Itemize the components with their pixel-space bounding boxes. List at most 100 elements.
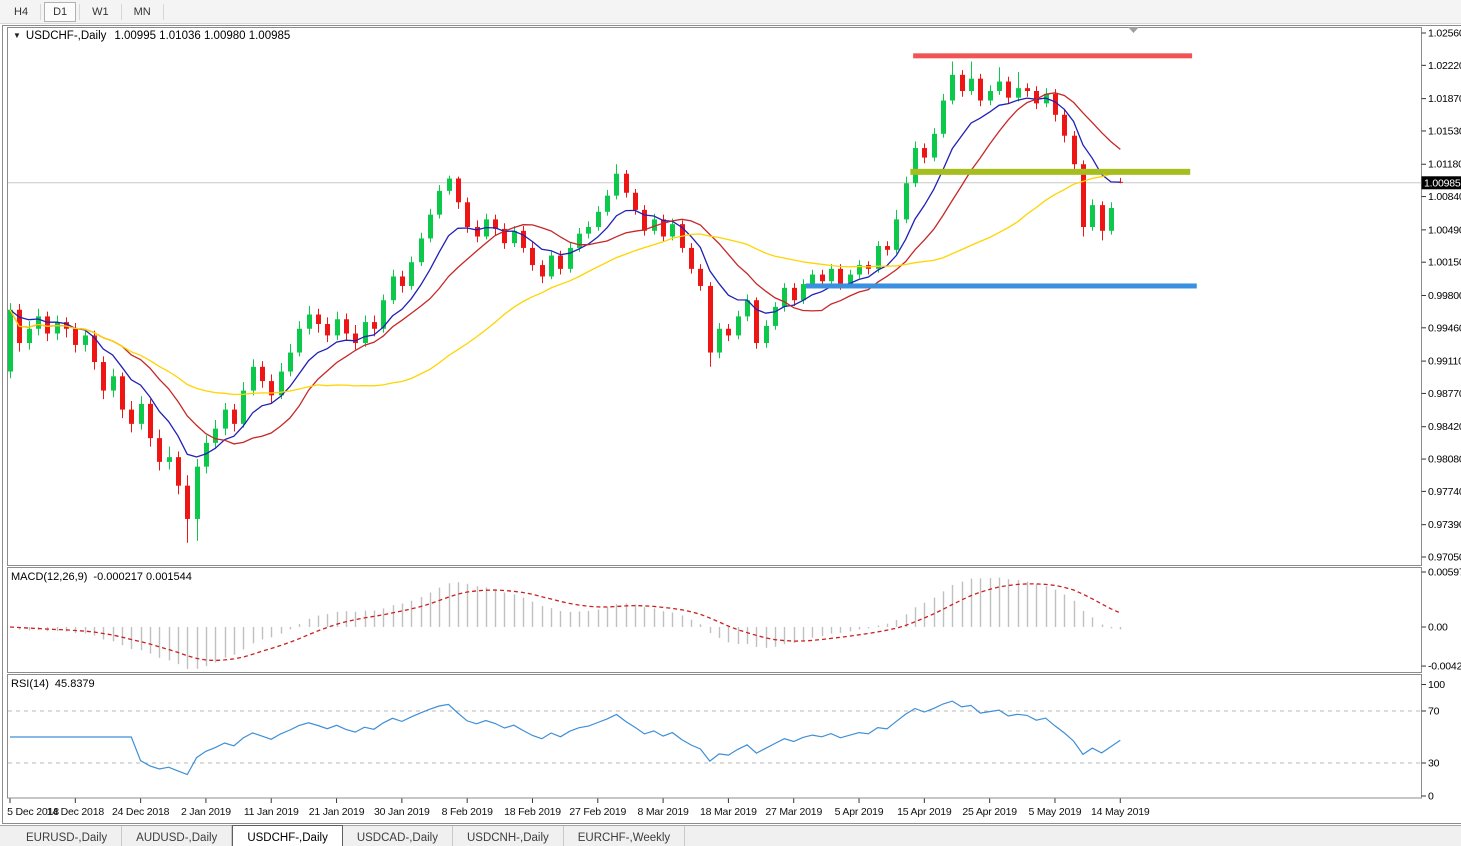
candle-bear [530, 247, 535, 266]
candle-bull [8, 309, 13, 372]
timeframe-button-w1[interactable]: W1 [83, 2, 118, 22]
candle-bear [73, 328, 78, 345]
candle-bear [820, 274, 825, 282]
rsi-axis-label: 30 [1428, 758, 1440, 770]
candle-bear [689, 247, 694, 269]
date-axis-label: 25 Apr 2019 [962, 806, 1017, 818]
candle-bear [521, 230, 526, 248]
macd-indicator-label: MACD(12,26,9) -0.000217 0.001544 [11, 571, 192, 583]
chart-shift-marker-icon [1128, 27, 1139, 33]
timeframe-button-mn[interactable]: MN [125, 2, 160, 22]
chart-dropdown-icon[interactable]: ▼ [13, 31, 21, 40]
toolbar-separator [162, 3, 164, 20]
chart-canvas[interactable]: 1.02560 1.02220 1.01870 1.01530 1.01180 1.008… [0, 0, 1461, 846]
rsi-name: RSI(14) [11, 678, 49, 690]
candle-bull [614, 173, 619, 196]
candle-bear [698, 268, 703, 286]
candle-bull [736, 316, 741, 336]
date-axis-label: 30 Jan 2019 [374, 806, 430, 818]
price-axis-label: 1.01870 [1428, 93, 1461, 105]
candle-bull [241, 390, 246, 424]
rsi-axis-label: 70 [1428, 706, 1440, 718]
candle-bull [950, 74, 955, 101]
date-axis-label: 8 Mar 2019 [638, 806, 689, 818]
candle-bull [139, 403, 144, 424]
price-axis-label: 0.99800 [1428, 290, 1461, 302]
candle-bear [1006, 81, 1011, 98]
candle-bear [101, 362, 106, 391]
candle-bear [922, 148, 927, 158]
chart-tab-audusd[interactable]: AUDUSD-,Daily [122, 826, 233, 846]
candle-bull [27, 328, 32, 344]
candle-bull [363, 322, 368, 344]
current-price-tag-label: 1.00985 [1424, 177, 1461, 189]
candle-bull [596, 211, 601, 228]
candle-bull [988, 91, 993, 101]
candle-bull [605, 195, 610, 212]
candle-bear [129, 409, 134, 424]
candle-bull [307, 314, 312, 329]
chart-ohlc-values: 1.00995 1.01036 1.00980 1.00985 [114, 30, 291, 42]
macd-axis-label: -0.00424 [1428, 661, 1461, 673]
candle-bull [167, 457, 172, 462]
candle-bull [670, 224, 675, 237]
candle-bull [251, 366, 256, 391]
price-pane-frame [7, 27, 1422, 566]
chart-tab-eurusd[interactable]: EURUSD-,Daily [12, 826, 123, 846]
timeframe-button-d1[interactable]: D1 [44, 1, 77, 22]
macd-axis-label: 0.00 [1428, 622, 1448, 634]
candle-bull [717, 328, 722, 353]
date-axis-label: 8 Feb 2019 [442, 806, 493, 818]
macd-signal-line [9, 583, 1121, 662]
candle-bull [876, 246, 881, 269]
price-axis-label: 0.98770 [1428, 388, 1461, 400]
candle-bull [913, 148, 918, 184]
chart-title: ▼ USDCHF-,Daily 1.00995 1.01036 1.00980 1.… [13, 30, 290, 42]
candle-bear [344, 319, 349, 334]
candle-bull [1016, 88, 1021, 98]
candle-bull [428, 214, 433, 239]
price-axis-label: 1.02560 [1428, 28, 1461, 40]
candle-bear [1062, 114, 1067, 136]
candle-bear [465, 202, 470, 228]
candle-bull [55, 322, 60, 334]
price-axis-label: 1.01180 [1428, 159, 1461, 171]
price-axis-label: 0.97390 [1428, 519, 1461, 531]
rsi-indicator-label: RSI(14) 45.8379 [11, 678, 95, 690]
macd-axis-label: 0.00597 [1428, 567, 1461, 579]
chart-symbol-label: USDCHF-,Daily [25, 30, 107, 42]
chart-tab-usdcnh[interactable]: USDCNH-,Daily [453, 826, 564, 846]
candle-bear [400, 276, 405, 286]
ma-slow-line [9, 170, 1121, 396]
candle-bull [568, 247, 573, 269]
candle-bear [45, 316, 50, 334]
candle-bear [838, 268, 843, 285]
chart-tab-usdcad[interactable]: USDCAD-,Daily [343, 826, 453, 846]
candle-bull [391, 276, 396, 301]
candle-bull [773, 306, 778, 326]
candle-bull [437, 190, 442, 215]
candle-bull [577, 233, 582, 248]
candle-bull [941, 100, 946, 134]
ma-fast-line [9, 97, 1121, 458]
candle-bear [148, 403, 153, 439]
rsi-pane-frame [7, 674, 1422, 799]
chart-tab-usdchf[interactable]: USDCHF-,Daily [232, 825, 343, 846]
date-axis-label: 15 Apr 2019 [897, 806, 952, 818]
candle-bull [549, 255, 554, 277]
price-axis-label: 0.98420 [1428, 421, 1461, 433]
candle-bull [419, 238, 424, 263]
candle-bull [335, 319, 340, 336]
candle-bull [764, 325, 769, 344]
candle-bear [1100, 205, 1105, 231]
price-axis-label: 1.02220 [1428, 60, 1461, 72]
macd-name: MACD(12,26,9) [11, 571, 88, 583]
chart-window-frame [2, 25, 1461, 824]
candle-bull [904, 183, 909, 220]
price-axis-label: 0.98080 [1428, 454, 1461, 466]
timeframe-button-h4[interactable]: H4 [5, 2, 37, 22]
candle-bear [633, 192, 638, 210]
chart-tab-eurchf[interactable]: EURCHF-,Weekly [564, 826, 686, 846]
macd-values: -0.000217 0.001544 [93, 571, 192, 583]
price-axis-label: 0.99460 [1428, 322, 1461, 334]
